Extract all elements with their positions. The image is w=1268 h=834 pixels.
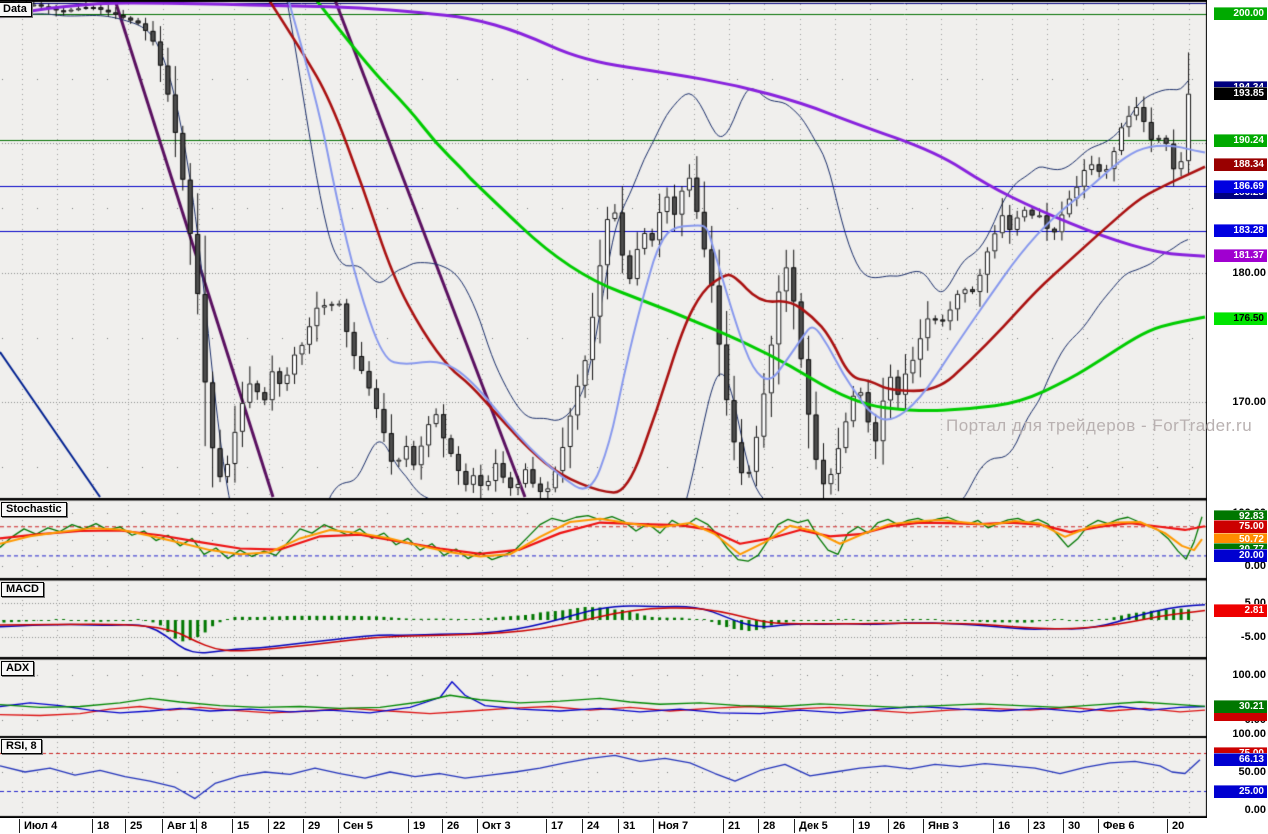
- rsi-badge-66.13: 66.13: [1214, 753, 1267, 766]
- panel-label-data[interactable]: Data: [0, 2, 32, 17]
- time-axis-separator: [442, 819, 443, 833]
- time-axis-label: 21: [728, 820, 740, 832]
- time-axis-label: Янв 3: [928, 820, 959, 832]
- time-axis-label: 24: [587, 820, 599, 832]
- price-badge-181.37: 181.37: [1214, 249, 1267, 262]
- watermark: Портал для трейдеров - ForTrader.ru: [946, 416, 1252, 436]
- time-axis-separator: [993, 819, 994, 833]
- time-axis-label: 18: [97, 820, 109, 832]
- time-axis-separator: [196, 819, 197, 833]
- price-badge-176.50: 176.50: [1214, 312, 1267, 325]
- panel-label-macd[interactable]: MACD: [1, 582, 44, 597]
- time-axis-label: 29: [308, 820, 320, 832]
- time-axis-separator: [477, 819, 478, 833]
- time-axis-separator: [408, 819, 409, 833]
- time-axis-label: 20: [1172, 820, 1184, 832]
- time-axis-separator: [723, 819, 724, 833]
- price-badge-183.28: 183.28: [1214, 224, 1267, 237]
- time-axis-label: 30: [1068, 820, 1080, 832]
- time-axis-separator: [582, 819, 583, 833]
- time-axis-separator: [338, 819, 339, 833]
- time-axis-separator: [923, 819, 924, 833]
- time-axis-label: Фев 6: [1103, 820, 1134, 832]
- time-axis-label: 16: [998, 820, 1010, 832]
- time-axis-label: Июл 4: [24, 820, 57, 832]
- time-axis-separator: [303, 819, 304, 833]
- time-axis-label: Ноя 7: [658, 820, 688, 832]
- time-axis-label: 15: [237, 820, 249, 832]
- time-axis-label: 26: [447, 820, 459, 832]
- time-axis-label: 25: [130, 820, 142, 832]
- time-axis-separator: [853, 819, 854, 833]
- time-axis-label: Сен 5: [343, 820, 373, 832]
- rsi-scale-label-50.00: 50.00: [1208, 766, 1266, 778]
- adx-scale-label-100.00: 100.00: [1208, 669, 1266, 681]
- price-badge-186.69: 186.69: [1214, 180, 1267, 193]
- price-badge-200.00: 200.00: [1214, 7, 1267, 20]
- price-badge-193.85: 193.85: [1214, 87, 1267, 100]
- time-axis-label: 28: [763, 820, 775, 832]
- rsi-badge-25.00: 25.00: [1214, 785, 1267, 798]
- time-axis-separator: [618, 819, 619, 833]
- price-badge-188.34: 188.34: [1214, 158, 1267, 171]
- time-axis-separator: [232, 819, 233, 833]
- time-axis-label: 31: [623, 820, 635, 832]
- time-axis-separator: [888, 819, 889, 833]
- panel-label-rsi[interactable]: RSI, 8: [1, 739, 42, 754]
- time-axis-separator: [162, 819, 163, 833]
- time-axis-label: 19: [413, 820, 425, 832]
- time-axis-separator: [19, 819, 20, 833]
- rsi-scale-label-0.00: 0.00: [1208, 804, 1266, 816]
- macd-badge-2.81: 2.81: [1214, 604, 1267, 617]
- time-axis-label: Окт 3: [482, 820, 511, 832]
- adx-badge-30.21: 30.21: [1214, 700, 1267, 713]
- panel-label-adx[interactable]: ADX: [1, 661, 34, 676]
- time-axis-label: Дек 5: [799, 820, 828, 832]
- time-axis-separator: [1167, 819, 1168, 833]
- trading-chart-window: Data Stochastic MACD ADX RSI, 8 Портал д…: [0, 0, 1268, 834]
- time-axis-separator: [1098, 819, 1099, 833]
- macd-scale-label--5.00: -5.00: [1208, 631, 1266, 643]
- price-badge-190.24: 190.24: [1214, 134, 1267, 147]
- time-axis-separator: [653, 819, 654, 833]
- time-axis-label: 19: [858, 820, 870, 832]
- time-axis-label: 23: [1033, 820, 1045, 832]
- time-axis-label: 26: [893, 820, 905, 832]
- time-axis-separator: [1063, 819, 1064, 833]
- price-scale-label-170.00: 170.00: [1208, 396, 1266, 408]
- panel-label-stochastic[interactable]: Stochastic: [1, 502, 67, 517]
- time-axis-label: Авг 1: [167, 820, 195, 832]
- time-axis-separator: [546, 819, 547, 833]
- price-scale-label-180.00: 180.00: [1208, 267, 1266, 279]
- price-scale-background: [1207, 0, 1268, 818]
- time-axis-label: 17: [551, 820, 563, 832]
- stoch-badge-20.00: 20.00: [1214, 549, 1267, 562]
- time-axis-separator: [794, 819, 795, 833]
- time-axis-label: 22: [273, 820, 285, 832]
- stoch-badge-75.00: 75.00: [1214, 520, 1267, 533]
- time-axis-separator: [1028, 819, 1029, 833]
- time-axis-label: 8: [201, 820, 207, 832]
- time-axis-separator: [92, 819, 93, 833]
- rsi-scale-label-100.00: 100.00: [1208, 728, 1266, 740]
- time-axis-separator: [758, 819, 759, 833]
- time-axis-separator: [125, 819, 126, 833]
- time-axis-separator: [268, 819, 269, 833]
